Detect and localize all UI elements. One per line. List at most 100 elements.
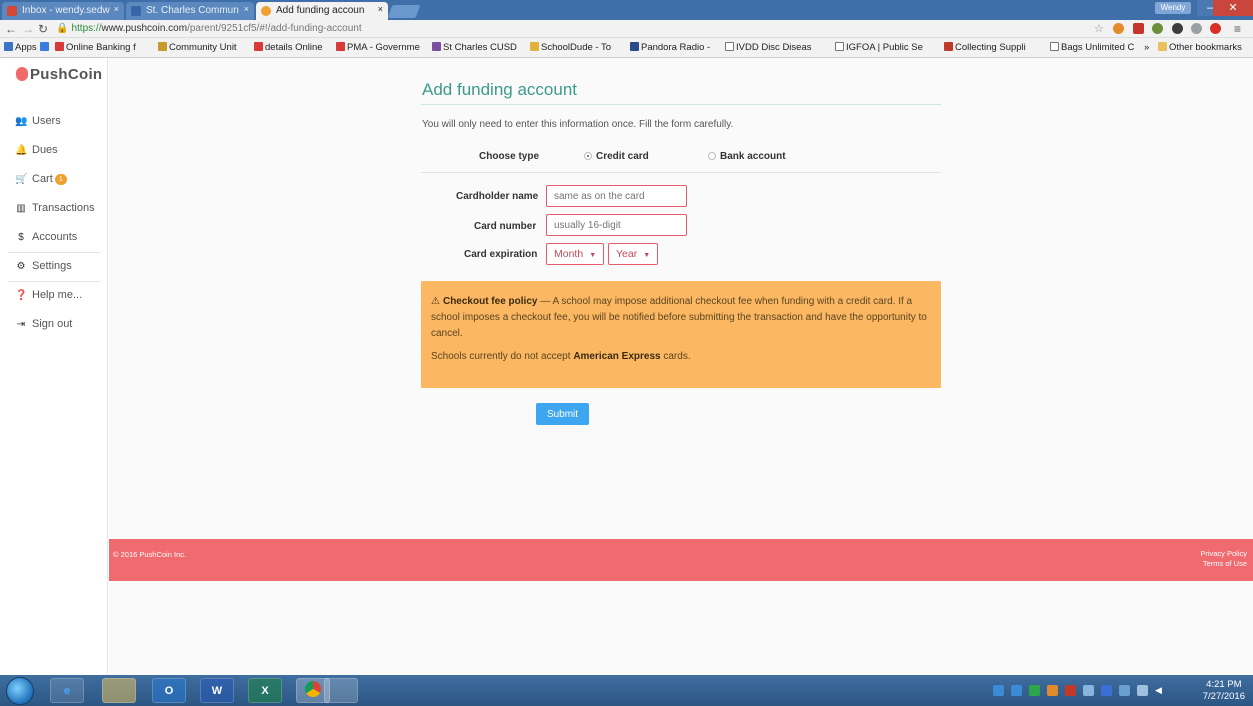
radio-credit-card[interactable]: Credit card [584,151,649,162]
card-number-input[interactable] [546,214,687,236]
bookmark-apps[interactable]: Apps [4,42,37,53]
volume-icon[interactable]: ◀ [1155,685,1166,696]
more-bookmarks-button[interactable]: » [1144,42,1149,53]
ie-icon[interactable]: e [50,678,84,703]
select-value: Year [616,248,638,260]
sidebar-item-sign-out[interactable]: ⇥ Sign out [15,318,73,336]
back-icon[interactable]: ← [5,22,17,36]
gmail-extension-icon[interactable] [1133,23,1144,34]
users-icon: 👥 [15,116,28,127]
pushcoin-favicon-icon [261,6,271,16]
reload-icon[interactable]: ↻ [38,22,48,36]
tray-icon[interactable] [1083,685,1094,696]
extension-icon[interactable] [1113,23,1124,34]
extension-icon[interactable] [1172,23,1183,34]
page-icon [725,42,734,51]
sidebar-item-label: Cart [32,173,53,185]
sidebar-item-users[interactable]: 👥 Users [15,115,61,133]
bookmark-item[interactable]: IGFOA | Public Se [835,42,923,53]
system-clock[interactable]: 4:21 PM 7/27/2016 [1203,679,1245,703]
url-scheme: https:// [71,23,102,34]
word-icon[interactable]: W [200,678,234,703]
sidebar-item-label: Sign out [32,318,73,330]
app-icon[interactable] [324,678,358,703]
outlook-icon[interactable]: O [152,678,186,703]
bookmark-label: Apps [15,42,37,53]
network-icon[interactable] [1119,685,1130,696]
tab-inbox[interactable]: Inbox - wendy.sedw × [2,2,124,20]
tab-close-icon[interactable]: × [114,4,119,14]
sidebar-item-cart[interactable]: 🛒 Cart 1 [15,173,67,191]
sidebar-item-settings[interactable]: ⚙ Settings [15,260,72,278]
tray-icon[interactable] [1047,685,1058,696]
tab-close-icon[interactable]: × [244,4,249,14]
bookmark-item[interactable]: Bags Unlimited C [1050,42,1134,53]
alert-title: Checkout fee policy [442,296,538,307]
excel-icon[interactable]: X [248,678,282,703]
bookmark-icon [432,42,441,51]
sidebar-item-accounts[interactable]: $ Accounts [15,231,77,249]
bookmark-item[interactable]: SchoolDude - To [530,42,611,53]
tab-close-icon[interactable]: × [378,4,383,14]
page-icon [1050,42,1059,51]
sidebar-item-dues[interactable]: 🔔 Dues [15,144,58,162]
bookmark-item[interactable]: Community Unit [158,42,237,53]
expiration-year-select[interactable]: Year ▼ [608,243,658,265]
bookmark-item[interactable]: Pandora Radio - [630,42,710,53]
start-button[interactable] [6,677,34,705]
submit-button[interactable]: Submit [536,403,589,425]
help-icon: ❓ [15,290,28,301]
chrome-user-badge[interactable]: Wendy [1155,2,1191,14]
tray-icon[interactable] [1011,685,1022,696]
new-tab-button[interactable] [387,5,421,18]
extension-icon[interactable] [1152,23,1163,34]
clock-time: 4:21 PM [1206,679,1242,690]
sidebar-item-help[interactable]: ❓ Help me... [15,289,82,307]
apps-icon [4,42,13,51]
tray-icon[interactable] [1065,685,1076,696]
radio-bank-account[interactable]: Bank account [708,151,786,162]
close-window-button[interactable]: ✕ [1213,0,1253,16]
cardholder-label: Cardholder name [456,191,539,202]
choose-type-label: Choose type [479,151,540,162]
battery-icon[interactable] [1137,685,1148,696]
bookmark-item[interactable]: IVDD Disc Diseas [725,42,812,53]
pushcoin-logo[interactable]: PushCoin [16,66,102,83]
bookmark-item[interactable]: St Charles CUSD [432,42,517,53]
forward-icon[interactable]: → [22,22,34,36]
terms-of-use-link[interactable]: Terms of Use [1200,559,1247,569]
select-value: Month [554,248,584,260]
bookmark-item[interactable]: Online Banking f [55,42,136,53]
tab-add-funding[interactable]: Add funding accoun × [256,2,388,20]
adblock-icon[interactable] [1210,23,1221,34]
star-icon[interactable]: ☆ [1094,22,1104,35]
bookmark-item[interactable]: PMA - Governme [336,42,420,53]
bookmark-label: Other bookmarks [1169,42,1242,53]
sidebar-item-label: Users [32,115,61,127]
tray-icon[interactable] [1101,685,1112,696]
bookmark-label: IVDD Disc Diseas [736,42,812,53]
bookmark-item[interactable]: details Online [254,42,323,53]
tray-icon[interactable] [1029,685,1040,696]
expiration-month-select[interactable]: Month ▼ [546,243,604,265]
tray-icon[interactable] [993,685,1004,696]
cart-count-badge: 1 [54,174,67,185]
bookmark-label: St Charles CUSD [443,42,517,53]
sidebar-item-transactions[interactable]: ▥ Transactions [15,202,94,220]
extension-icon[interactable] [1191,23,1202,34]
cardholder-name-input[interactable] [546,185,687,207]
privacy-policy-link[interactable]: Privacy Policy [1200,549,1247,559]
bookmark-icon [530,42,539,51]
footer-links: Privacy Policy Terms of Use [1200,549,1247,569]
menu-icon[interactable]: ≡ [1234,22,1241,36]
bell-icon: 🔔 [15,145,28,156]
file-explorer-icon[interactable] [102,678,136,703]
other-bookmarks[interactable]: Other bookmarks [1158,42,1242,53]
page-icon [835,42,844,51]
url-field[interactable]: 🔒 https://www.pushcoin.com/parent/9251cf5… [56,22,1076,36]
bookmark-item[interactable]: Collecting Suppli [944,42,1026,53]
logo-mark-icon [16,67,28,81]
bookmark-item[interactable] [40,42,51,53]
card-number-label: Card number [474,221,537,232]
tab-st-charles[interactable]: St. Charles Commun × [126,2,254,20]
